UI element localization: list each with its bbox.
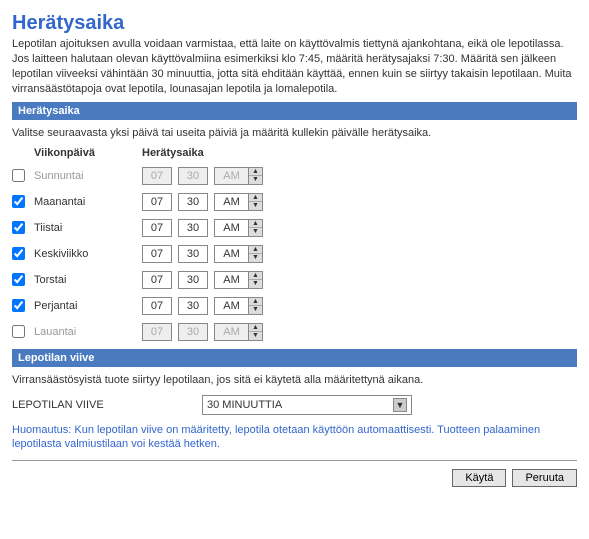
ampm-value: AM [214, 271, 248, 289]
wake-section-sub: Valitse seuraavasta yksi päivä tai useit… [12, 126, 577, 140]
minute-input[interactable] [178, 245, 208, 263]
minute-input[interactable] [178, 193, 208, 211]
day-row: Lauantai AM▲▼ [12, 319, 577, 345]
spinner-up-icon[interactable]: ▲ [249, 194, 262, 203]
minute-input [178, 323, 208, 341]
day-checkbox[interactable] [12, 273, 25, 286]
day-row: Tiistai AM▲▼ [12, 215, 577, 241]
minute-input[interactable] [178, 271, 208, 289]
spinner-down-icon[interactable]: ▼ [249, 228, 262, 236]
delay-select[interactable]: 30 MINUUTTIA ▼ [202, 395, 412, 415]
cancel-button[interactable]: Peruuta [512, 469, 577, 487]
ampm-spinner: ▲▼ [248, 323, 263, 341]
spinner-up-icon[interactable]: ▲ [249, 272, 262, 281]
day-row: Perjantai AM▲▼ [12, 293, 577, 319]
spinner-up-icon: ▲ [249, 168, 262, 177]
spinner-down-icon[interactable]: ▼ [249, 202, 262, 210]
day-label: Perjantai [34, 300, 142, 312]
ampm-value: AM [214, 167, 248, 185]
ampm-spinner: ▲▼ [248, 167, 263, 185]
spinner-up-icon[interactable]: ▲ [249, 220, 262, 229]
minute-input [178, 167, 208, 185]
day-row: Sunnuntai AM▲▼ [12, 163, 577, 189]
apply-button[interactable]: Käytä [452, 469, 506, 487]
hour-input[interactable] [142, 245, 172, 263]
delay-section-bar: Lepotilan viive [12, 349, 577, 367]
day-label: Maanantai [34, 196, 142, 208]
hour-input[interactable] [142, 193, 172, 211]
day-checkbox[interactable] [12, 247, 25, 260]
spinner-up-icon: ▲ [249, 324, 262, 333]
day-checkbox[interactable] [12, 195, 25, 208]
day-label: Torstai [34, 274, 142, 286]
ampm-spinner[interactable]: ▲▼ [248, 297, 263, 315]
hour-input[interactable] [142, 219, 172, 237]
ampm-value: AM [214, 193, 248, 211]
spinner-down-icon: ▼ [249, 332, 262, 340]
day-label: Keskiviikko [34, 248, 142, 260]
button-row: Käytä Peruuta [12, 469, 577, 487]
day-checkbox[interactable] [12, 299, 25, 312]
ampm-value: AM [214, 245, 248, 263]
spinner-down-icon[interactable]: ▼ [249, 306, 262, 314]
day-row: Maanantai AM▲▼ [12, 189, 577, 215]
day-row: Torstai AM▲▼ [12, 267, 577, 293]
minute-input[interactable] [178, 219, 208, 237]
day-checkbox[interactable] [12, 325, 25, 338]
dropdown-arrow-icon: ▼ [393, 398, 407, 412]
hour-input[interactable] [142, 271, 172, 289]
day-row: Keskiviikko AM▲▼ [12, 241, 577, 267]
col-header-day: Viikonpäivä [12, 147, 142, 159]
delay-label: LEPOTILAN VIIVE [12, 399, 202, 411]
day-label: Lauantai [34, 326, 142, 338]
ampm-value: AM [214, 219, 248, 237]
spinner-up-icon[interactable]: ▲ [249, 246, 262, 255]
delay-note: Huomautus: Kun lepotilan viive on määrit… [12, 423, 577, 452]
delay-section-sub: Virransäästösyistä tuote siirtyy lepotil… [12, 373, 577, 387]
hour-input [142, 323, 172, 341]
minute-input[interactable] [178, 297, 208, 315]
page-title: Herätysaika [12, 12, 577, 35]
ampm-spinner[interactable]: ▲▼ [248, 193, 263, 211]
delay-select-value: 30 MINUUTTIA [207, 399, 282, 411]
spinner-down-icon[interactable]: ▼ [249, 254, 262, 262]
col-header-time: Herätysaika [142, 147, 342, 159]
hour-input[interactable] [142, 297, 172, 315]
ampm-spinner[interactable]: ▲▼ [248, 245, 263, 263]
day-checkbox[interactable] [12, 221, 25, 234]
spinner-down-icon[interactable]: ▼ [249, 280, 262, 288]
ampm-spinner[interactable]: ▲▼ [248, 219, 263, 237]
ampm-spinner[interactable]: ▲▼ [248, 271, 263, 289]
hour-input [142, 167, 172, 185]
divider [12, 460, 577, 461]
column-headers: Viikonpäivä Herätysaika [12, 147, 577, 159]
day-checkbox[interactable] [12, 169, 25, 182]
wake-section-bar: Herätysaika [12, 102, 577, 120]
ampm-value: AM [214, 297, 248, 315]
ampm-value: AM [214, 323, 248, 341]
spinner-down-icon: ▼ [249, 176, 262, 184]
spinner-up-icon[interactable]: ▲ [249, 298, 262, 307]
day-label: Tiistai [34, 222, 142, 234]
intro-text: Lepotilan ajoituksen avulla voidaan varm… [12, 37, 577, 96]
day-label: Sunnuntai [34, 170, 142, 182]
